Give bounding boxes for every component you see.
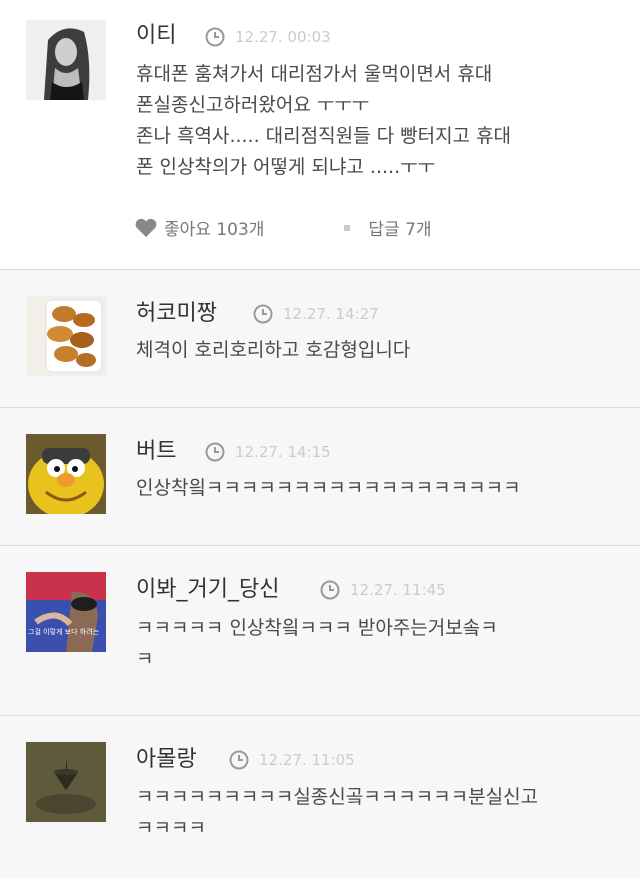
author-name[interactable]: 허코미짱: [136, 295, 217, 327]
timestamp: 12.27. 14:27: [253, 304, 379, 324]
comment-text: ㅋㅋㅋㅋㅋㅋㅋㅋㅋ실종신곸ㅋㅋㅋㅋㅋㅋ분실신고 ㅋㅋㅋㅋ: [136, 786, 539, 839]
timestamp: 12.27. 14:15: [205, 442, 331, 462]
comment-actions: 좋아요 103개 답글 7개: [134, 215, 432, 240]
avatar-caption: 그걸 이렇게 보다 하려는: [28, 627, 100, 636]
timestamp: 12.27. 11:05: [229, 750, 355, 770]
timestamp-text: 12.27. 11:45: [350, 581, 446, 599]
main-comment: 이티 12.27. 00:03 휴대폰 훔쳐가서 대리점가서 울먹이면서 휴대 …: [0, 0, 640, 270]
comment-text: ㅋㅋㅋㅋㅋ 인상착읰ㅋㅋㅋ 받아주는거보솤ㅋ ㅋ: [136, 617, 498, 670]
clock-icon: [205, 27, 225, 47]
timestamp-text: 12.27. 00:03: [235, 28, 331, 46]
author-name[interactable]: 이봐_거기_당신: [136, 571, 279, 603]
avatar[interactable]: [26, 296, 106, 376]
reply-comment: 아몰랑 12.27. 11:05 ㅋㅋㅋㅋㅋㅋㅋㅋㅋ실종신곸ㅋㅋㅋㅋㅋㅋ분실신고…: [0, 716, 640, 878]
like-count: 좋아요 103개: [164, 220, 265, 240]
reply-comment: 그걸 이렇게 보다 하려는 이봐_거기_당신 12.27. 11:45 ㅋㅋㅋㅋ…: [0, 546, 640, 716]
author-name[interactable]: 아몰랑: [136, 741, 197, 773]
comment-text: 체격이 호리호리하고 호감형입니다: [136, 339, 411, 361]
comment-text: 휴대폰 훔쳐가서 대리점가서 울먹이면서 휴대 폰실종신고하러왔어요 ㅜㅜㅜ 존…: [136, 63, 512, 178]
timestamp-text: 12.27. 11:05: [259, 751, 355, 769]
timestamp: 12.27. 00:03: [205, 27, 331, 47]
avatar[interactable]: [26, 742, 106, 822]
reply-count-button[interactable]: 답글 7개: [344, 215, 432, 240]
clock-icon: [229, 750, 249, 770]
timestamp-text: 12.27. 14:27: [283, 305, 379, 323]
timestamp-text: 12.27. 14:15: [235, 443, 331, 461]
reply-comment: 허코미짱 12.27. 14:27 체격이 호리호리하고 호감형입니다: [0, 270, 640, 408]
like-button[interactable]: 좋아요 103개: [134, 215, 264, 240]
avatar[interactable]: [26, 20, 106, 100]
avatar[interactable]: [26, 434, 106, 514]
comment-text: 인상착읰ㅋㅋㅋㅋㅋㅋㅋㅋㅋㅋㅋㅋㅋㅋㅋㅋㅋㅋ: [136, 477, 521, 499]
clock-icon: [253, 304, 273, 324]
reply-comment: 버트 12.27. 14:15 인상착읰ㅋㅋㅋㅋㅋㅋㅋㅋㅋㅋㅋㅋㅋㅋㅋㅋㅋㅋ: [0, 408, 640, 546]
clock-icon: [205, 442, 225, 462]
heart-icon: [135, 218, 157, 237]
reply-count: 답글 7개: [368, 220, 432, 240]
author-name[interactable]: 이티: [136, 17, 176, 49]
separator-dot: [344, 224, 351, 231]
clock-icon: [320, 580, 340, 600]
avatar[interactable]: 그걸 이렇게 보다 하려는: [26, 572, 106, 652]
timestamp: 12.27. 11:45: [320, 580, 446, 600]
author-name[interactable]: 버트: [136, 433, 176, 465]
